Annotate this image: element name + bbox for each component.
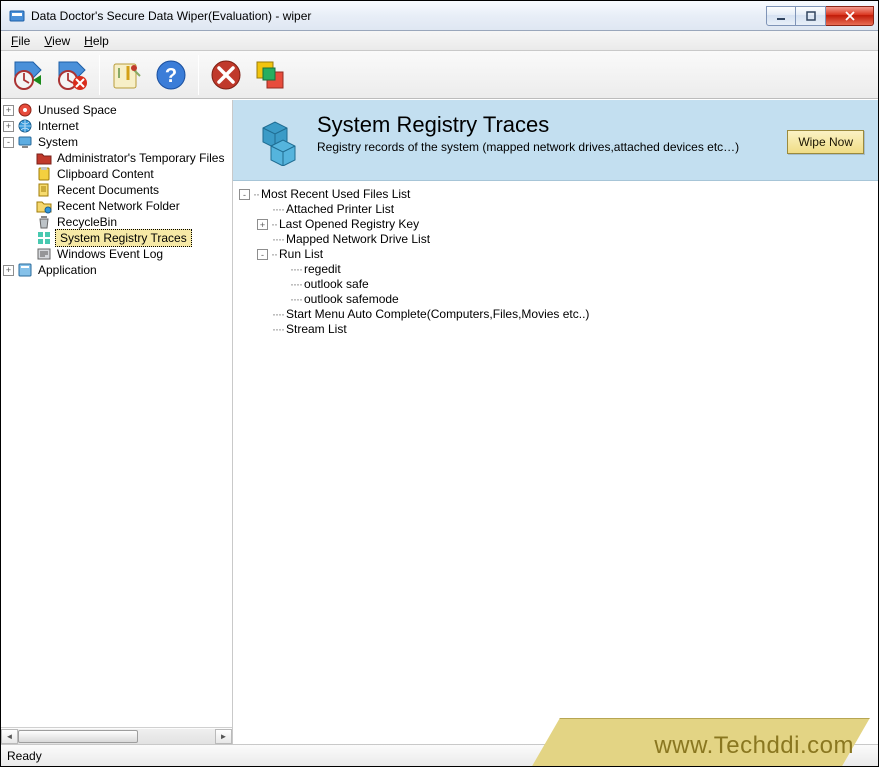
detail-label: Stream List [286, 322, 347, 337]
tree-application[interactable]: + Application [3, 262, 232, 278]
detail-item[interactable]: ···· Start Menu Auto Complete(Computers,… [239, 307, 878, 322]
wipe-now-button[interactable]: Wipe Now [787, 130, 864, 154]
scroll-right-button[interactable]: ► [215, 729, 232, 744]
menu-help[interactable]: Help [78, 33, 117, 49]
detail-item[interactable]: ···· Mapped Network Drive List [239, 232, 878, 247]
tree-clipboard[interactable]: Clipboard Content [3, 166, 232, 182]
content-description: Registry records of the system (mapped n… [317, 140, 739, 154]
tree-label: System [36, 134, 80, 150]
drive-icon [17, 102, 33, 118]
app-icon [9, 8, 25, 24]
main-area: + Unused Space + Internet - System Admin… [1, 100, 878, 744]
tree-internet[interactable]: + Internet [3, 118, 232, 134]
expander-icon[interactable]: + [3, 105, 14, 116]
registry-icon [36, 230, 52, 246]
tree-label: Clipboard Content [55, 166, 156, 182]
expander-icon[interactable]: - [3, 137, 14, 148]
tree-recent-docs[interactable]: Recent Documents [3, 182, 232, 198]
detail-root[interactable]: - ·· Most Recent Used Files List [239, 187, 878, 202]
globe-icon [17, 118, 33, 134]
close-window-button[interactable] [826, 6, 874, 26]
detail-label: Mapped Network Drive List [286, 232, 430, 247]
scroll-left-button[interactable]: ◄ [1, 729, 18, 744]
maximize-button[interactable] [796, 6, 826, 26]
window-title: Data Doctor's Secure Data Wiper(Evaluati… [31, 9, 311, 23]
detail-label: outlook safemode [304, 292, 399, 307]
tree-label: Recent Network Folder [55, 198, 182, 214]
toolbar-close[interactable] [205, 54, 247, 96]
computer-icon [17, 134, 33, 150]
tree-recyclebin[interactable]: RecycleBin [3, 214, 232, 230]
status-text: Ready [7, 749, 42, 763]
sidebar: + Unused Space + Internet - System Admin… [1, 100, 233, 744]
tree-system[interactable]: - System [3, 134, 232, 150]
watermark-text: www.Techddi.com [654, 732, 854, 760]
detail-label: Start Menu Auto Complete(Computers,Files… [286, 307, 589, 322]
detail-item[interactable]: ···· regedit [239, 262, 878, 277]
detail-label: Attached Printer List [286, 202, 394, 217]
detail-item[interactable]: ···· outlook safe [239, 277, 878, 292]
detail-label: regedit [304, 262, 341, 277]
network-folder-icon [36, 198, 52, 214]
sidebar-hscrollbar[interactable]: ◄ ► [1, 727, 232, 744]
tree-recent-network[interactable]: Recent Network Folder [3, 198, 232, 214]
toolbar-separator [198, 55, 199, 95]
scroll-track[interactable] [18, 729, 215, 744]
title-bar: Data Doctor's Secure Data Wiper(Evaluati… [1, 1, 878, 31]
tree-label: Windows Event Log [55, 246, 165, 262]
content-banner: System Registry Traces Registry records … [233, 100, 878, 181]
detail-label: Last Opened Registry Key [279, 217, 419, 232]
detail-item[interactable]: -·· Run List [239, 247, 878, 262]
recyclebin-icon [36, 214, 52, 230]
expander-icon[interactable]: + [3, 121, 14, 132]
expander-icon[interactable]: - [257, 249, 268, 260]
window-controls [766, 6, 874, 26]
toolbar-stop-scan[interactable] [51, 54, 93, 96]
tree-label: Administrator's Temporary Files [55, 150, 226, 166]
registry-large-icon [253, 116, 303, 166]
minimize-button[interactable] [766, 6, 796, 26]
content-heading: System Registry Traces [317, 112, 739, 138]
recent-doc-icon [36, 182, 52, 198]
tree-label-selected: System Registry Traces [55, 229, 192, 247]
tree-label: Recent Documents [55, 182, 161, 198]
toolbar-help[interactable]: ? [150, 54, 192, 96]
detail-label: outlook safe [304, 277, 369, 292]
toolbar-switch[interactable] [249, 54, 291, 96]
menu-file[interactable]: File [5, 33, 38, 49]
clipboard-icon [36, 166, 52, 182]
expander-icon[interactable]: + [3, 265, 14, 276]
app-icon [17, 262, 33, 278]
menu-bar: File View Help [1, 31, 878, 51]
content-pane: System Registry Traces Registry records … [233, 100, 878, 744]
toolbar: ? [1, 51, 878, 99]
detail-item[interactable]: +·· Last Opened Registry Key [239, 217, 878, 232]
detail-label: Run List [279, 247, 323, 262]
expander-icon[interactable]: - [239, 189, 250, 200]
folder-red-icon [36, 150, 52, 166]
tree-label: Internet [36, 118, 81, 134]
toolbar-settings[interactable] [106, 54, 148, 96]
category-tree[interactable]: + Unused Space + Internet - System Admin… [1, 100, 232, 727]
tree-unused-space[interactable]: + Unused Space [3, 102, 232, 118]
tree-label: Unused Space [36, 102, 119, 118]
detail-item[interactable]: ···· Stream List [239, 322, 878, 337]
detail-item[interactable]: ···· outlook safemode [239, 292, 878, 307]
toolbar-separator [99, 55, 100, 95]
expander-icon[interactable]: + [257, 219, 268, 230]
event-log-icon [36, 246, 52, 262]
detail-label: Most Recent Used Files List [261, 187, 410, 202]
menu-view[interactable]: View [38, 33, 78, 49]
svg-text:?: ? [165, 65, 177, 87]
tree-label: Application [36, 262, 99, 278]
scroll-thumb[interactable] [18, 730, 138, 743]
tree-label: RecycleBin [55, 214, 119, 230]
tree-admin-temp[interactable]: Administrator's Temporary Files [3, 150, 232, 166]
tree-registry-traces[interactable]: System Registry Traces [3, 230, 232, 246]
detail-item[interactable]: ···· Attached Printer List [239, 202, 878, 217]
detail-tree[interactable]: - ·· Most Recent Used Files List ···· At… [233, 181, 878, 744]
toolbar-start-scan[interactable] [7, 54, 49, 96]
tree-event-log[interactable]: Windows Event Log [3, 246, 232, 262]
